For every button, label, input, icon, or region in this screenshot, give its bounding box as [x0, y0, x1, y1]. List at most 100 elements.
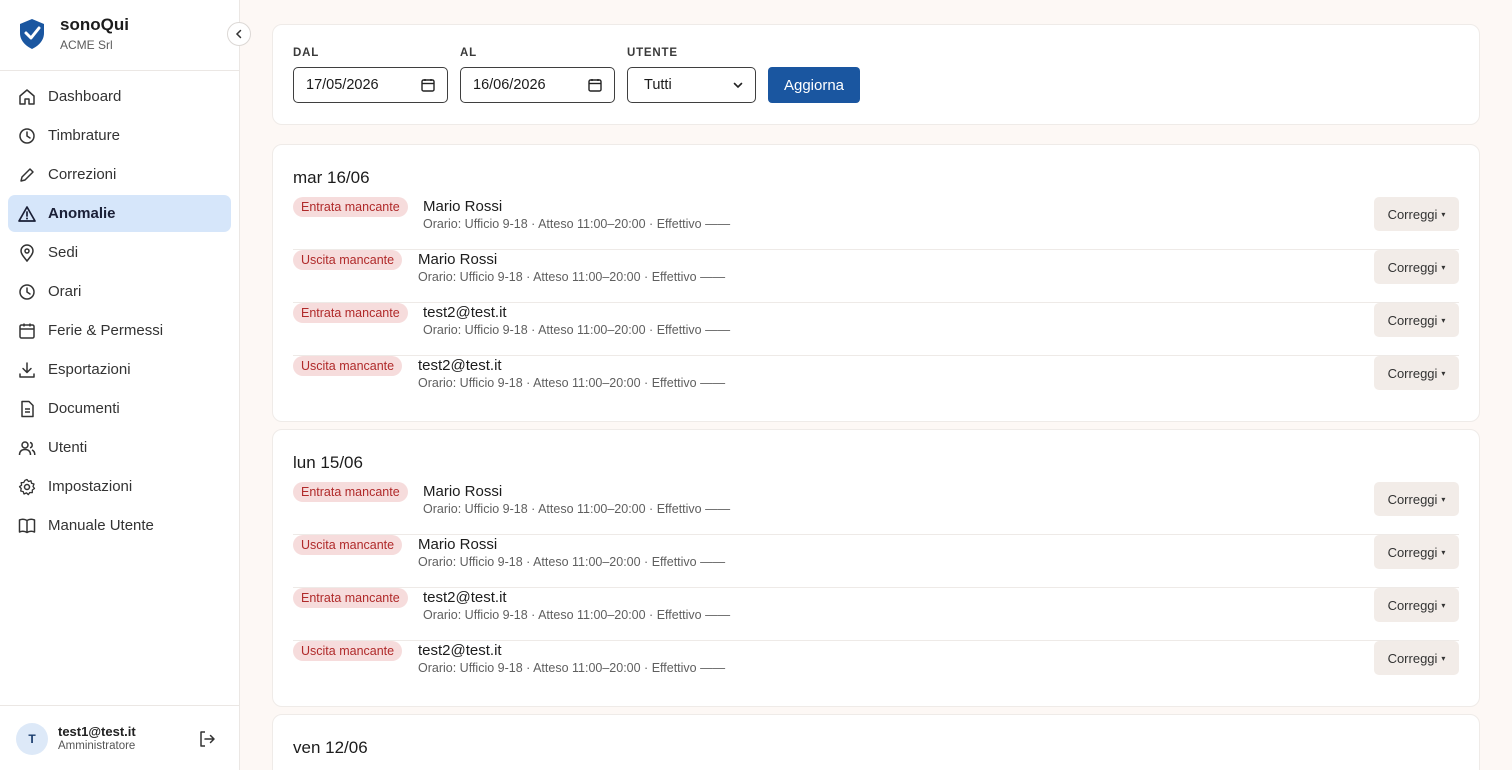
user-email: test1@test.it — [58, 724, 136, 739]
caret-down-icon: ▾ — [1441, 600, 1446, 610]
schedule-detail: Orario: Ufficio 9-18 · Atteso 11:00–20:0… — [418, 555, 726, 569]
sidebar-item-label: Ferie & Permessi — [48, 322, 164, 339]
schedule-detail: Orario: Ufficio 9-18 · Atteso 11:00–20:0… — [418, 270, 726, 284]
status-badge: Entrata mancante — [293, 197, 408, 217]
employee-name: Mario Rossi — [423, 483, 503, 500]
status-badge: Entrata mancante — [293, 303, 408, 323]
correct-button[interactable]: Correggi ▾ — [1374, 641, 1459, 675]
schedule-detail: Orario: Ufficio 9-18 · Atteso 11:00–20:0… — [423, 217, 731, 231]
user-select[interactable]: Tutti — [627, 67, 756, 103]
correct-button-label: Correggi — [1387, 259, 1438, 275]
sidebar-item-dashboard[interactable]: Dashboard — [8, 78, 231, 115]
correct-button-label: Correggi — [1387, 491, 1438, 507]
correct-button[interactable]: Correggi ▾ — [1374, 303, 1459, 337]
correct-button-label: Correggi — [1387, 597, 1438, 613]
refresh-button[interactable]: Aggiorna — [768, 67, 860, 103]
correct-button-label: Correggi — [1387, 312, 1438, 328]
brand-header: sonoQui ACME Srl — [0, 0, 239, 71]
sidebar-item-sedi[interactable]: Sedi — [8, 234, 231, 271]
to-date-value: 16/06/2026 — [473, 77, 546, 93]
sidebar-item-impostazioni[interactable]: Impostazioni — [8, 468, 231, 505]
sidebar-item-utenti[interactable]: Utenti — [8, 429, 231, 466]
collapse-sidebar-button[interactable] — [227, 22, 251, 46]
from-date-label: DAL — [293, 47, 320, 59]
employee-name: test2@test.it — [423, 589, 507, 606]
clock-icon — [18, 283, 36, 301]
correct-button-label: Correggi — [1387, 544, 1438, 560]
caret-down-icon: ▾ — [1441, 494, 1446, 504]
correct-button-label: Correggi — [1387, 365, 1438, 381]
schedule-detail: Orario: Ufficio 9-18 · Atteso 11:00–20:0… — [423, 502, 731, 516]
caret-down-icon: ▾ — [1441, 262, 1446, 272]
sidebar-item-label: Manuale Utente — [48, 517, 154, 534]
sidebar-item-timbrature[interactable]: Timbrature — [8, 117, 231, 154]
caret-down-icon: ▾ — [1441, 368, 1446, 378]
sidebar-item-orari[interactable]: Orari — [8, 273, 231, 310]
sidebar-item-manuale-utente[interactable]: Manuale Utente — [8, 507, 231, 544]
sidebar-item-ferie-permessi[interactable]: Ferie & Permessi — [8, 312, 231, 349]
chevron-down-icon — [733, 82, 743, 89]
day-title: ven 12/06 — [293, 738, 368, 757]
sidebar: sonoQui ACME Srl Dashboard Timbrature Corr… — [0, 0, 251, 770]
sidebar-item-label: Dashboard — [48, 88, 122, 105]
employee-name: Mario Rossi — [418, 251, 498, 268]
correct-button[interactable]: Correggi ▾ — [1374, 197, 1459, 231]
anomaly-row: Uscita mancante test2@test.it Orario: Uffi… — [293, 641, 1459, 694]
gear-icon — [18, 478, 36, 496]
pencil-icon — [18, 166, 36, 184]
employee-name: test2@test.it — [418, 642, 502, 659]
correct-button[interactable]: Correggi ▾ — [1374, 250, 1459, 284]
sidebar-nav: Dashboard Timbrature Correzioni Anomalie Sed… — [8, 78, 231, 546]
download-icon — [18, 361, 36, 379]
user-select-value: Tutti — [644, 77, 672, 93]
sidebar-item-label: Sedi — [48, 244, 79, 261]
sidebar-item-documenti[interactable]: Documenti — [8, 390, 231, 427]
schedule-detail: Orario: Ufficio 9-18 · Atteso 11:00–20:0… — [423, 323, 731, 337]
shield-check-logo-icon — [20, 19, 44, 49]
status-badge: Entrata mancante — [293, 482, 408, 502]
app-name: sonoQui — [60, 15, 129, 34]
schedule-detail: Orario: Ufficio 9-18 · Atteso 11:00–20:0… — [423, 608, 731, 622]
caret-down-icon: ▾ — [1441, 315, 1446, 325]
correct-button[interactable]: Correggi ▾ — [1374, 535, 1459, 569]
user-role: Amministratore — [58, 740, 136, 752]
day-group: ven 12/06 — [272, 714, 1480, 770]
anomaly-row: Entrata mancante test2@test.it Orario: Uff… — [293, 303, 1459, 356]
book-icon — [18, 517, 36, 535]
day-title: mar 16/06 — [293, 168, 370, 187]
sidebar-item-anomalie[interactable]: Anomalie — [8, 195, 231, 232]
filter-panel: DAL 17/05/2026 AL 16/06/2026 UTENTE Tutt… — [272, 24, 1480, 125]
caret-down-icon: ▾ — [1441, 547, 1446, 557]
correct-button[interactable]: Correggi ▾ — [1374, 482, 1459, 516]
user-filter-label: UTENTE — [627, 47, 678, 59]
employee-name: test2@test.it — [418, 357, 502, 374]
clock-icon — [18, 127, 36, 145]
logout-icon[interactable] — [198, 730, 216, 748]
status-badge: Uscita mancante — [293, 250, 403, 270]
home-icon — [18, 88, 36, 106]
calendar-icon[interactable] — [421, 78, 435, 92]
avatar[interactable]: T — [16, 723, 48, 755]
status-badge: Entrata mancante — [293, 588, 408, 608]
sidebar-item-label: Correzioni — [48, 166, 117, 183]
sidebar-item-label: Timbrature — [48, 127, 120, 144]
from-date-input[interactable]: 17/05/2026 — [293, 67, 448, 103]
anomaly-row: Uscita mancante Mario Rossi Orario: Uffici… — [293, 250, 1459, 303]
correct-button[interactable]: Correggi ▾ — [1374, 356, 1459, 390]
to-date-input[interactable]: 16/06/2026 — [460, 67, 615, 103]
map-pin-icon — [18, 243, 36, 262]
users-icon — [18, 439, 36, 457]
day-group: mar 16/06 Entrata mancante Mario Rossi Orar… — [272, 144, 1480, 422]
correct-button[interactable]: Correggi ▾ — [1374, 588, 1459, 622]
employee-name: Mario Rossi — [418, 536, 498, 553]
to-date-label: AL — [460, 47, 477, 59]
sidebar-item-label: Impostazioni — [48, 478, 133, 495]
schedule-detail: Orario: Ufficio 9-18 · Atteso 11:00–20:0… — [418, 376, 726, 390]
document-icon — [18, 400, 36, 418]
calendar-icon[interactable] — [588, 78, 602, 92]
anomaly-row: Entrata mancante Mario Rossi Orario: Uffic… — [293, 482, 1459, 535]
anomaly-row: Entrata mancante Mario Rossi Orario: Uffic… — [293, 197, 1459, 250]
caret-down-icon: ▾ — [1441, 209, 1446, 219]
sidebar-item-correzioni[interactable]: Correzioni — [8, 156, 231, 193]
sidebar-item-esportazioni[interactable]: Esportazioni — [8, 351, 231, 388]
